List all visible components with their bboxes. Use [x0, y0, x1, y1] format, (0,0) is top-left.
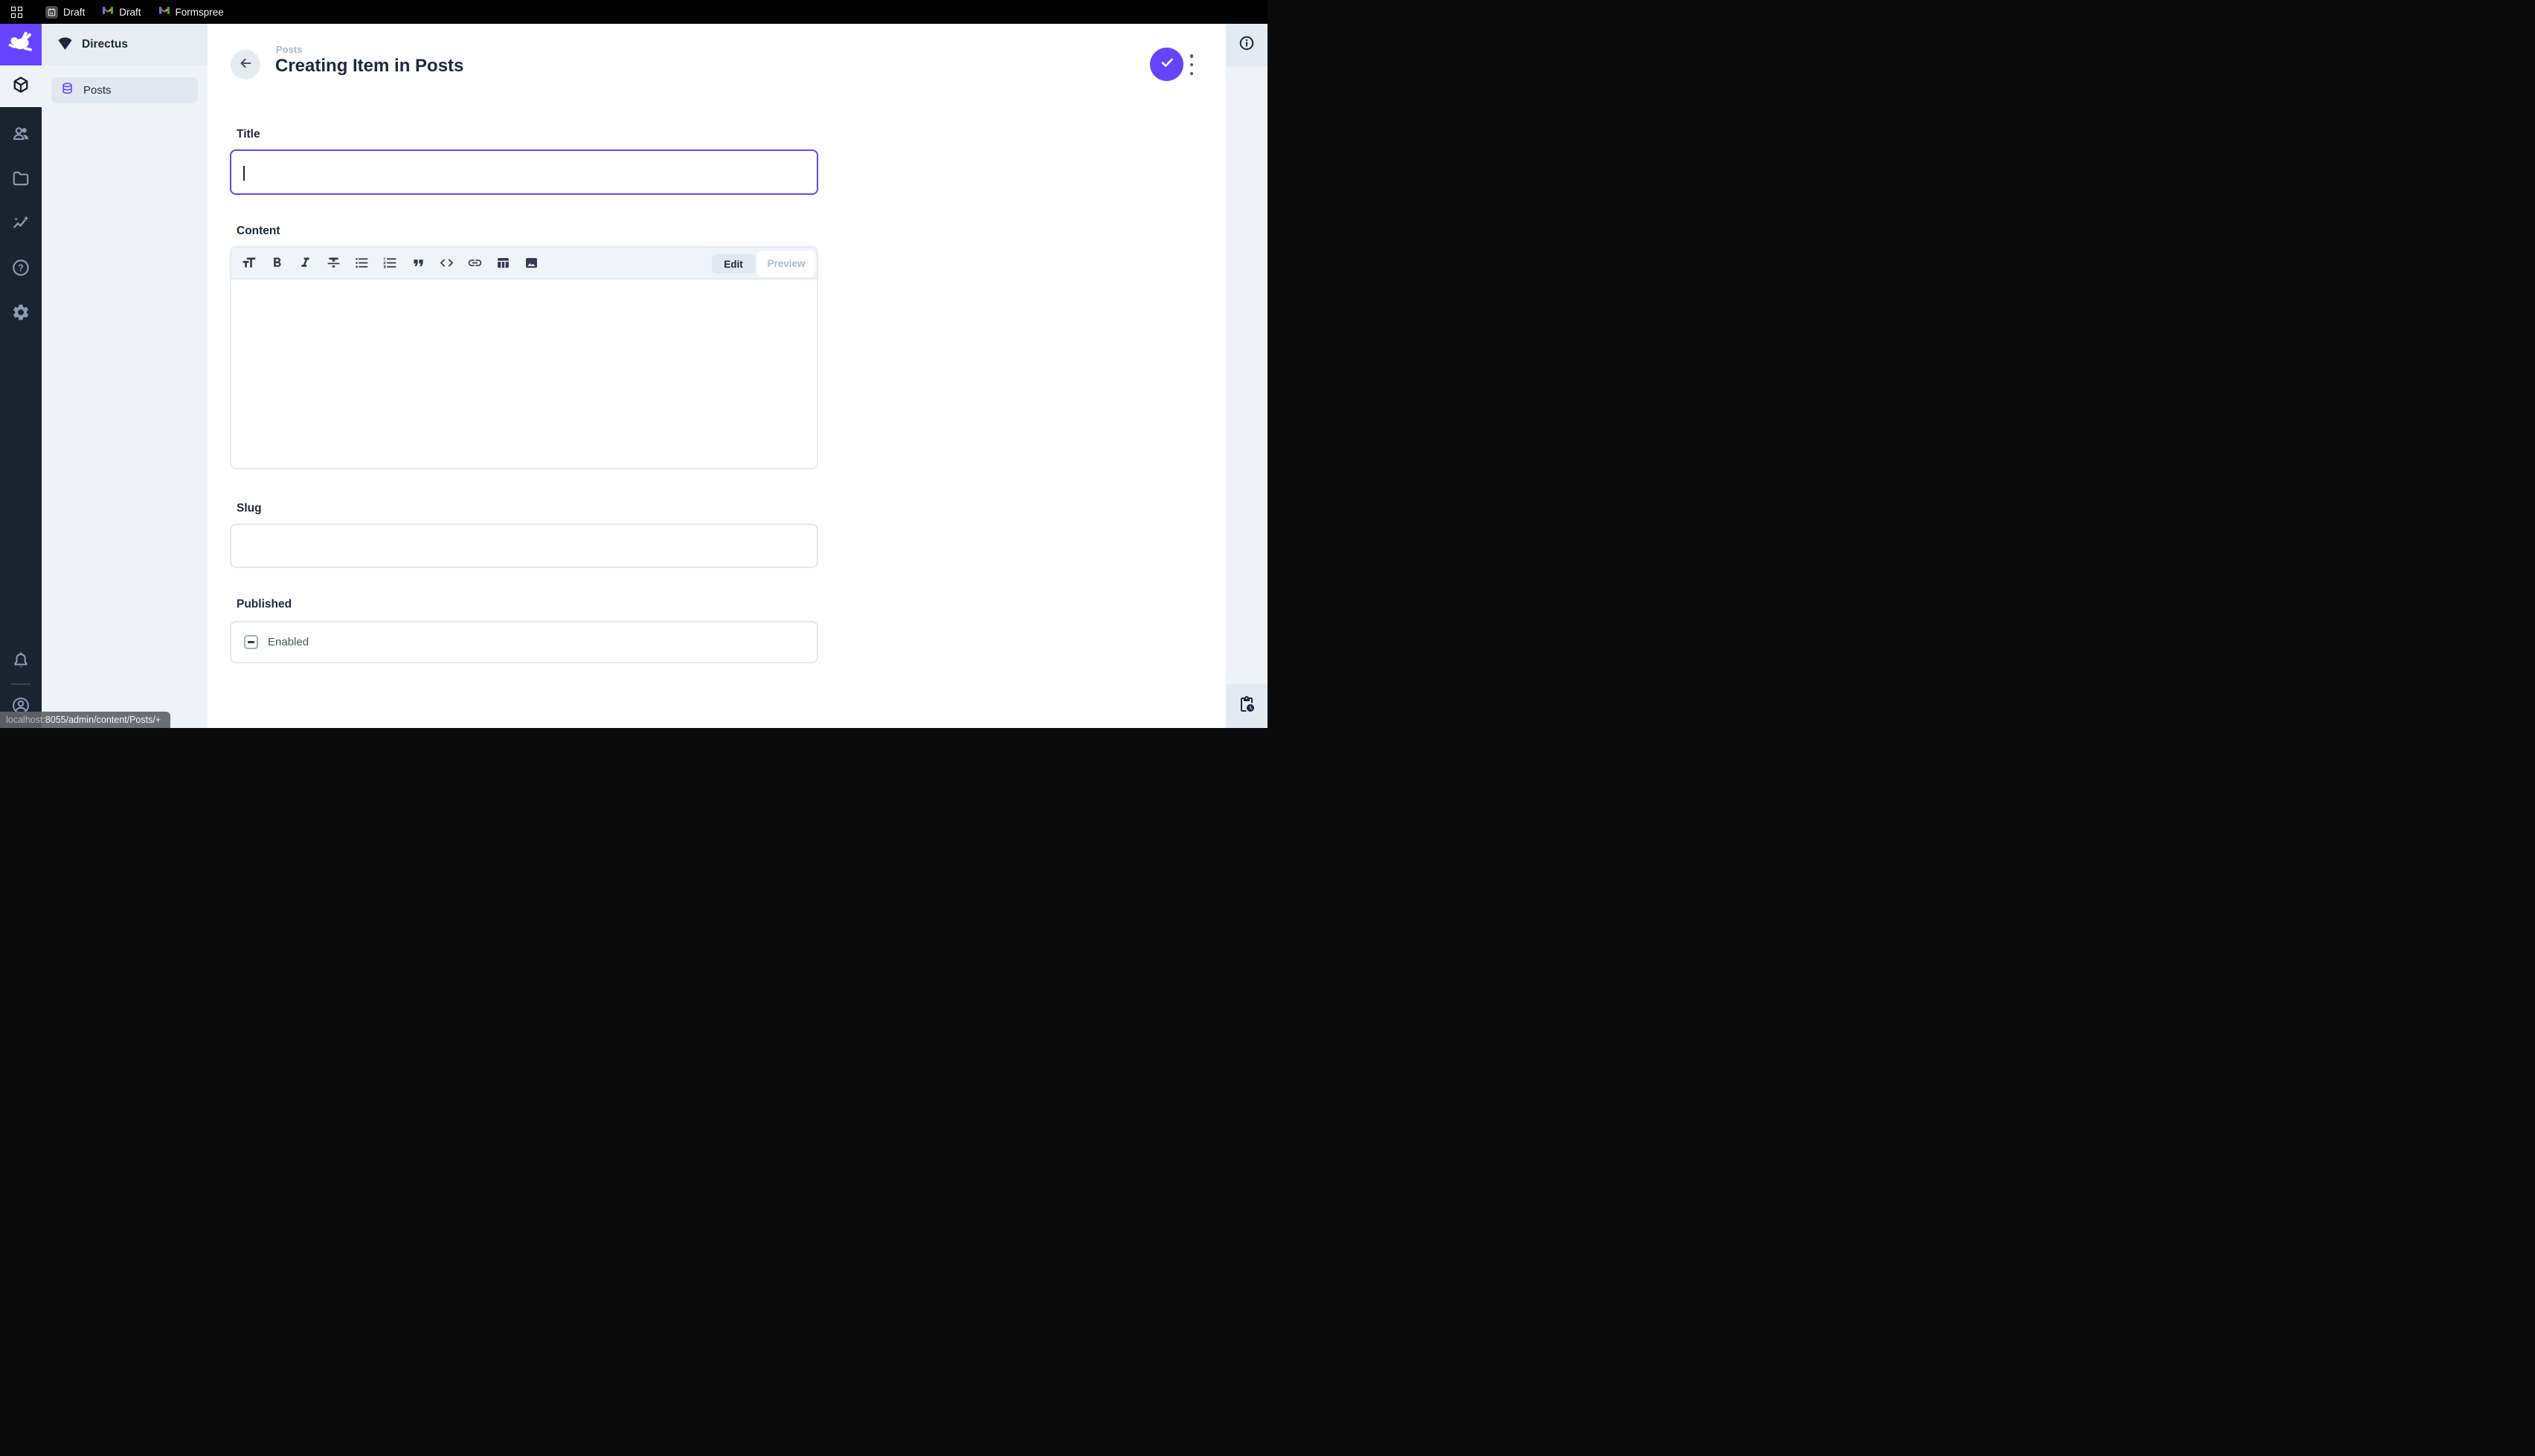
browser-topbar: 31 Draft Draft [0, 0, 1268, 24]
directus-app-window: 31 Draft Draft [0, 0, 1268, 728]
svg-text:31: 31 [50, 10, 54, 14]
bell-icon [11, 651, 30, 674]
module-bar-divider [11, 683, 30, 685]
editor-toolbar: Edit Preview [231, 248, 817, 280]
insights-icon [11, 213, 30, 236]
project-name: Directus [82, 38, 128, 51]
editor-edit-button[interactable]: Edit [712, 254, 755, 274]
module-files[interactable] [0, 159, 42, 201]
editor-preview-button[interactable]: Preview [757, 251, 815, 277]
status-url-prefix: localhost: [6, 715, 45, 725]
italic-icon[interactable] [298, 255, 313, 271]
page-title: Creating Item in Posts [275, 56, 463, 77]
format-size-icon[interactable] [241, 255, 257, 271]
module-users[interactable] [0, 115, 42, 156]
checkbox-label: Enabled [268, 636, 309, 648]
browser-tab-draft-calendar[interactable]: 31 Draft [45, 6, 85, 19]
settings-icon [11, 303, 30, 326]
google-calendar-icon: 31 [45, 6, 58, 19]
clipboard-clock-icon [1238, 695, 1256, 717]
blockquote-icon[interactable] [411, 255, 426, 271]
field-label: Title [237, 128, 260, 141]
wysiwyg-editor: Edit Preview [230, 246, 818, 469]
table-icon[interactable] [495, 255, 511, 271]
published-field: Enabled [230, 621, 818, 663]
module-help[interactable]: ? [0, 248, 42, 290]
right-sidebar-rail [1226, 24, 1268, 728]
content-field-label-row: Content [230, 225, 818, 238]
module-content[interactable] [0, 65, 42, 107]
text-caret [243, 166, 245, 181]
link-icon[interactable] [467, 255, 483, 271]
database-icon [60, 82, 74, 100]
directus-logo-button[interactable] [0, 24, 42, 65]
notifications-button[interactable] [0, 641, 42, 683]
published-checkbox[interactable] [244, 635, 258, 649]
status-bar-link-preview: localhost:8055/admin/content/Posts/+ [0, 712, 170, 728]
browser-tab-label: Formspree [176, 7, 224, 18]
module-bar: ? [0, 24, 42, 728]
sidebar-item-label: Posts [83, 84, 112, 97]
slug-input[interactable] [230, 524, 818, 568]
module-insights[interactable] [0, 204, 42, 245]
people-icon [11, 124, 30, 147]
published-field-label-row: Published [230, 598, 818, 611]
directus-rabbit-icon [7, 30, 34, 60]
title-input[interactable] [230, 149, 818, 195]
check-icon [1158, 54, 1176, 75]
module-settings[interactable] [0, 293, 42, 335]
arrow-left-icon [237, 55, 254, 75]
sidebar-revisions-button[interactable] [1226, 684, 1268, 728]
gmail-icon [102, 5, 114, 19]
main-content: Posts Creating Item in Posts Title Conte… [208, 24, 1226, 728]
box-icon [11, 75, 30, 98]
browser-tab-formspree[interactable]: Formspree [158, 5, 224, 19]
gmail-icon [158, 5, 170, 19]
kebab-menu-icon[interactable] [1188, 54, 1195, 76]
bold-icon[interactable] [269, 255, 285, 271]
back-button[interactable] [231, 50, 260, 80]
sidebar-info-button[interactable] [1226, 24, 1268, 66]
svg-text:?: ? [18, 262, 24, 273]
code-icon[interactable] [439, 255, 454, 271]
indeterminate-dash-icon [248, 641, 254, 642]
bulleted-list-icon[interactable] [354, 255, 370, 271]
field-label: Slug [237, 502, 262, 515]
sidebar-item-posts[interactable]: Posts [51, 77, 198, 103]
editor-body[interactable] [231, 280, 817, 469]
browser-tab-draft-gmail[interactable]: Draft [102, 5, 141, 19]
save-button[interactable] [1150, 48, 1183, 81]
browser-tab-label: Draft [119, 7, 141, 18]
folder-icon [11, 169, 30, 192]
info-icon [1238, 35, 1255, 55]
slug-field-label-row: Slug [230, 502, 818, 515]
breadcrumb[interactable]: Posts [276, 44, 302, 55]
status-url: 8055/admin/content/Posts/+ [45, 715, 161, 725]
help-icon: ? [11, 258, 30, 281]
numbered-list-icon[interactable] [382, 255, 398, 271]
tab-grid-icon[interactable] [11, 7, 22, 18]
image-icon[interactable] [524, 255, 539, 271]
strikethrough-icon[interactable] [326, 255, 341, 271]
field-label: Published [237, 598, 292, 611]
field-label: Content [237, 225, 280, 237]
browser-tab-label: Draft [63, 7, 85, 18]
project-chooser[interactable]: Directus [42, 24, 208, 65]
nav-sidebar: Directus Posts [42, 24, 208, 728]
fan-logo-icon [57, 34, 74, 55]
title-field-label-row: Title [230, 128, 818, 141]
